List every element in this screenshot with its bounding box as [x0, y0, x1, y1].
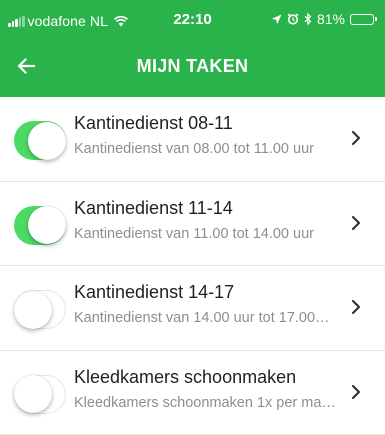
toggle-knob	[14, 375, 52, 413]
task-row[interactable]: Kantinedienst 08-11 Kantinedienst van 08…	[0, 97, 385, 182]
toggle-knob	[28, 206, 66, 244]
task-toggle[interactable]	[14, 121, 66, 160]
battery-icon	[350, 14, 377, 25]
task-toggle[interactable]	[14, 206, 66, 245]
status-bar: vodafone NL 22:10 81%	[0, 0, 385, 40]
task-title: Kantinedienst 08-11	[74, 113, 334, 134]
app-header: vodafone NL 22:10 81%	[0, 0, 385, 97]
bluetooth-icon	[304, 13, 312, 25]
task-subtitle: Kantinedienst van 14.00 uur tot 17.00…	[74, 310, 336, 326]
task-toggle[interactable]	[14, 290, 66, 329]
task-subtitle: Kleedkamers schoonmaken 1x per ma…	[74, 395, 336, 411]
toggle-knob	[14, 291, 52, 329]
nav-bar: MIJN TAKEN	[0, 40, 385, 97]
toggle-knob	[28, 122, 66, 160]
task-row[interactable]: Kleedkamers schoonmaken Kleedkamers scho…	[0, 351, 385, 435]
chevron-right-icon	[351, 384, 361, 400]
page-title: MIJN TAKEN	[0, 56, 385, 77]
task-title: Kleedkamers schoonmaken	[74, 367, 334, 388]
battery-percent: 81%	[317, 11, 345, 27]
task-title: Kantinedienst 14-17	[74, 282, 334, 303]
task-subtitle: Kantinedienst van 11.00 tot 14.00 uur	[74, 226, 336, 242]
task-row[interactable]: Kantinedienst 11-14 Kantinedienst van 11…	[0, 182, 385, 267]
status-bar-right: 81%	[271, 11, 377, 27]
chevron-right-icon	[351, 130, 361, 146]
task-toggle[interactable]	[14, 375, 66, 414]
chevron-right-icon	[351, 215, 361, 231]
task-row[interactable]: Kantinedienst 14-17 Kantinedienst van 14…	[0, 266, 385, 351]
task-title: Kantinedienst 11-14	[74, 198, 334, 219]
location-arrow-icon	[271, 14, 282, 25]
task-subtitle: Kantinedienst van 08.00 tot 11.00 uur	[74, 141, 336, 157]
chevron-right-icon	[351, 299, 361, 315]
alarm-icon	[287, 13, 299, 25]
task-list: Kantinedienst 08-11 Kantinedienst van 08…	[0, 97, 385, 435]
